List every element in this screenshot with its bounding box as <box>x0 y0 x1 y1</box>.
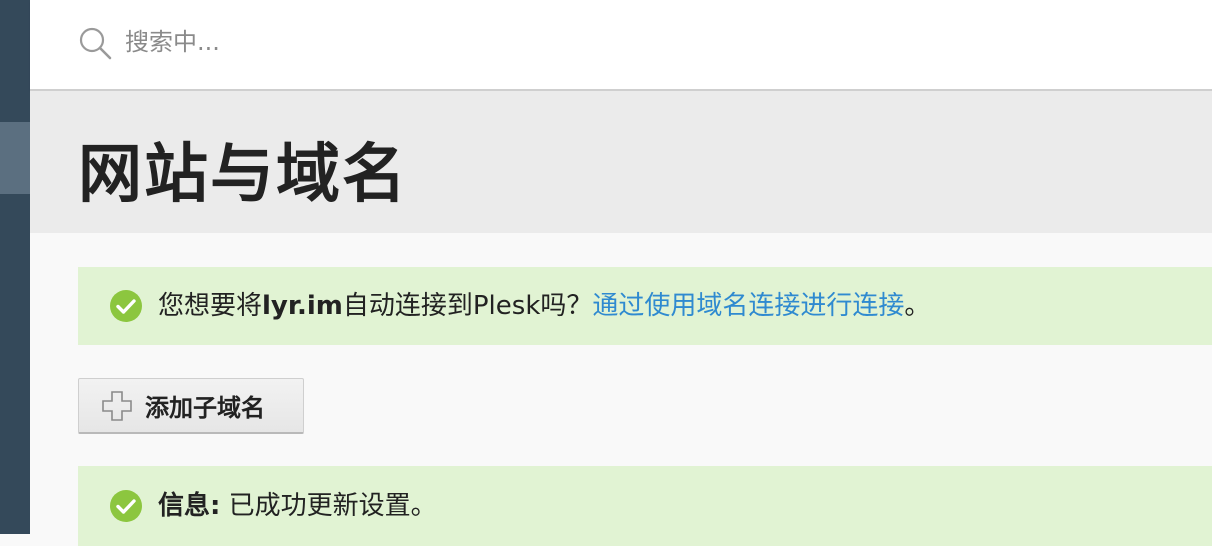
domain-connect-alert: 您想要将lyr.im自动连接到Plesk吗？通过使用域名连接进行连接。 <box>78 267 1212 345</box>
sidebar-active-item[interactable] <box>0 122 30 194</box>
check-circle-icon <box>110 290 142 322</box>
info-message: 信息: 已成功更新设置。 <box>158 490 437 522</box>
alert-prefix: 您想要将 <box>158 291 263 321</box>
page-title: 网站与域名 <box>78 138 408 212</box>
add-subdomain-button[interactable]: 添加子域名 <box>78 378 304 434</box>
search-input[interactable] <box>125 22 725 62</box>
info-alert: 信息: 已成功更新设置。 <box>78 466 1212 546</box>
info-label: 信息: <box>158 491 221 521</box>
alert-suffix: 。 <box>904 291 931 321</box>
info-text: 已成功更新设置。 <box>220 491 437 521</box>
alert-message: 您想要将lyr.im自动连接到Plesk吗？通过使用域名连接进行连接。 <box>158 290 930 322</box>
alert-middle: 自动连接到Plesk吗？ <box>342 291 593 321</box>
search-icon[interactable] <box>77 25 113 61</box>
alert-domain: lyr.im <box>262 291 343 321</box>
add-subdomain-label: 添加子域名 <box>145 394 265 422</box>
top-search-bar <box>30 0 1212 91</box>
sidebar <box>0 0 30 534</box>
check-circle-icon <box>110 490 142 522</box>
domain-connect-link[interactable]: 通过使用域名连接进行连接 <box>592 291 904 321</box>
page-header: 网站与域名 <box>30 91 1212 233</box>
plus-icon <box>102 390 132 421</box>
